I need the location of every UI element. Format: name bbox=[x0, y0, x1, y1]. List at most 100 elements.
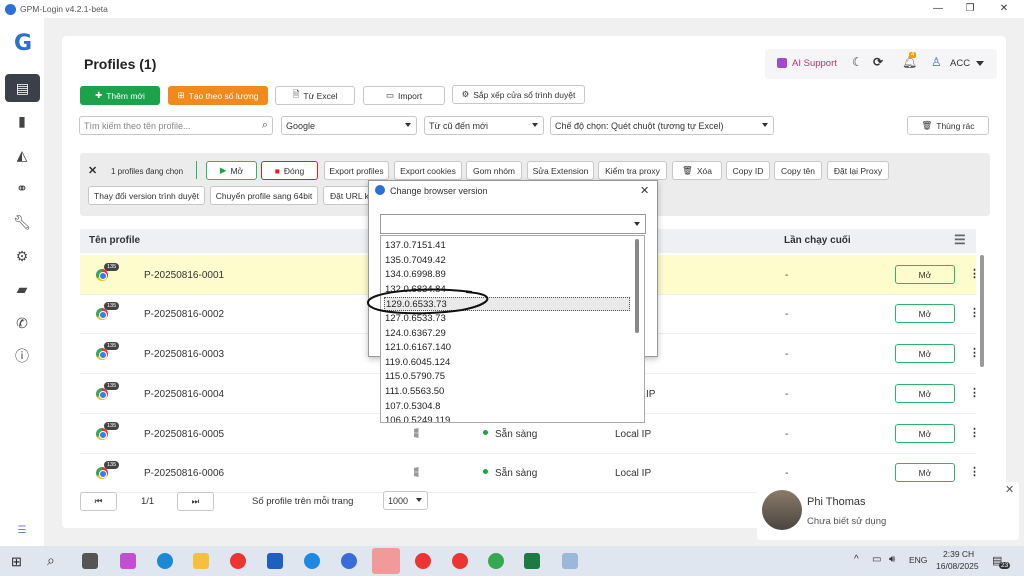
add-profile-button[interactable]: ✚ Thêm mới bbox=[80, 86, 160, 105]
open-profile-button[interactable]: Mở bbox=[895, 344, 955, 363]
chrome-profile-t-icon[interactable] bbox=[452, 553, 468, 569]
trash-button[interactable]: 🗑︎ Thùng rác bbox=[907, 116, 989, 135]
gear-icon[interactable]: ⚙ bbox=[10, 244, 34, 268]
search-icon[interactable]: ⌕ bbox=[47, 552, 55, 569]
chat-toast[interactable]: Phi Thomas Chưa biết sử dụng bbox=[757, 482, 1019, 540]
chrome-icon[interactable] bbox=[230, 553, 246, 569]
arrange-windows-button[interactable]: ⚙ Sắp xếp cửa sổ trình duyệt bbox=[452, 85, 585, 104]
version-option[interactable]: 137.0.7151.41 bbox=[384, 239, 630, 253]
minimize-button[interactable]: — bbox=[926, 1, 950, 17]
last-page-button[interactable]: ⏭ bbox=[177, 492, 214, 511]
reset-proxy-button[interactable]: Đặt lại Proxy bbox=[827, 161, 889, 180]
search-icon[interactable]: ⌕ bbox=[262, 119, 268, 132]
refresh-icon[interactable]: ⟳ bbox=[873, 55, 883, 69]
open-selected-button[interactable]: ▶ Mở bbox=[206, 161, 257, 180]
more-options-icon[interactable]: ⋮ bbox=[969, 386, 980, 399]
per-page-select[interactable]: 1000 bbox=[383, 491, 428, 510]
excel-icon[interactable] bbox=[524, 553, 540, 569]
phone-icon[interactable]: ✆ bbox=[10, 311, 34, 335]
app-c-icon[interactable] bbox=[267, 553, 283, 569]
more-options-icon[interactable]: ⋮ bbox=[969, 465, 980, 478]
info-icon[interactable]: ⓘ bbox=[10, 344, 34, 368]
group-button[interactable]: Gom nhóm bbox=[466, 161, 522, 180]
open-profile-button[interactable]: Mở bbox=[895, 304, 955, 323]
convert-64bit-button[interactable]: Chuyển profile sang 64bit bbox=[210, 186, 318, 205]
excel-button[interactable]: 🗎 Từ Excel bbox=[275, 86, 355, 105]
version-option[interactable]: 134.0.6998.89 bbox=[384, 268, 630, 282]
sort-select[interactable]: Từ cũ đến mới bbox=[424, 116, 544, 135]
edit-extension-button[interactable]: Sửa Extension bbox=[527, 161, 594, 180]
version-option[interactable]: 107.0.5304.8 bbox=[384, 400, 630, 414]
version-option[interactable]: 124.0.6367.29 bbox=[384, 327, 630, 341]
gpm-login-icon[interactable] bbox=[341, 553, 357, 569]
copy-id-button[interactable]: Copy ID bbox=[726, 161, 770, 180]
copy-name-button[interactable]: Copy tên bbox=[774, 161, 822, 180]
set-url-button[interactable]: Đặt URL k bbox=[323, 186, 371, 205]
clear-selection-icon[interactable]: ✕ bbox=[88, 164, 97, 177]
more-options-icon[interactable]: ⋮ bbox=[969, 426, 980, 439]
table-scrollbar[interactable] bbox=[980, 255, 984, 367]
open-profile-button[interactable]: Mở bbox=[895, 384, 955, 403]
windows-start-icon[interactable]: ⊞ bbox=[11, 554, 22, 570]
search-input[interactable]: Tìm kiếm theo tên profile... ⌕ bbox=[79, 116, 273, 135]
version-option[interactable]: 135.0.7049.42 bbox=[384, 254, 630, 268]
check-proxy-button[interactable]: Kiểm tra proxy bbox=[598, 161, 667, 180]
dropdown-scrollbar[interactable] bbox=[635, 239, 639, 333]
clock-date[interactable]: 16/08/2025 bbox=[936, 561, 979, 571]
account-name[interactable]: ACC bbox=[950, 58, 970, 69]
settings-list-icon[interactable]: ☰ bbox=[10, 518, 34, 542]
profiles-icon[interactable]: ▤ bbox=[5, 74, 40, 102]
task-view-icon[interactable] bbox=[82, 553, 98, 569]
chrome-profile-b-icon[interactable] bbox=[415, 553, 431, 569]
volume-icon[interactable]: 🔊︎ bbox=[889, 554, 895, 565]
app-pinwheel-icon[interactable] bbox=[488, 553, 504, 569]
edge-icon[interactable] bbox=[157, 553, 173, 569]
open-profile-button[interactable]: Mở bbox=[895, 265, 955, 284]
column-menu-icon[interactable]: ☰ bbox=[954, 232, 966, 248]
col-profile-name[interactable]: Tên profile bbox=[89, 235, 140, 246]
wrench-icon[interactable]: 🔧︎ bbox=[10, 210, 34, 234]
dark-mode-icon[interactable]: ☾ bbox=[852, 55, 863, 69]
tray-chevron-icon[interactable]: ^ bbox=[854, 554, 859, 565]
group-select[interactable]: Google bbox=[281, 116, 417, 135]
file-explorer-icon[interactable] bbox=[193, 553, 209, 569]
import-button[interactable]: ▭ Import bbox=[363, 86, 445, 105]
col-last-run[interactable]: Lần chạy cuối bbox=[784, 235, 851, 246]
restore-button[interactable]: ❐ bbox=[958, 1, 982, 17]
dialog-close-button[interactable]: ✕ bbox=[640, 184, 649, 197]
more-options-icon[interactable]: ⋮ bbox=[969, 267, 980, 280]
close-selected-button[interactable]: ■ Đóng bbox=[261, 161, 318, 180]
ai-support-link[interactable]: AI Support bbox=[792, 58, 837, 69]
chevron-down-icon[interactable] bbox=[976, 61, 984, 66]
version-combobox[interactable] bbox=[380, 214, 646, 234]
toast-close-icon[interactable]: ✕ bbox=[1005, 483, 1014, 496]
more-options-icon[interactable]: ⋮ bbox=[969, 306, 980, 319]
paint-icon[interactable] bbox=[562, 553, 578, 569]
bulk-create-button[interactable]: ⊞ Tạo theo số lượng bbox=[168, 86, 268, 105]
language-indicator[interactable]: ENG bbox=[909, 555, 927, 565]
version-option[interactable]: 119.0.6045.124 bbox=[384, 356, 630, 370]
export-cookies-button[interactable]: Export cookies bbox=[394, 161, 462, 180]
close-window-button[interactable]: ✕ bbox=[992, 1, 1016, 17]
export-profiles-button[interactable]: Export profiles bbox=[324, 161, 389, 180]
change-version-button[interactable]: Thay đổi version trình duyệt bbox=[88, 186, 205, 205]
folder-icon[interactable]: ▮ bbox=[10, 109, 34, 133]
more-options-icon[interactable]: ⋮ bbox=[969, 346, 980, 359]
book-icon[interactable]: ▰ bbox=[10, 277, 34, 301]
version-option[interactable]: 106.0.5249.119 bbox=[384, 414, 630, 422]
active-app-icon[interactable] bbox=[372, 548, 400, 574]
version-option[interactable]: 115.0.5790.75 bbox=[384, 370, 630, 384]
selection-mode-select[interactable]: Chế độ chọn: Quét chuột (tương tự Excel) bbox=[550, 116, 774, 135]
link-icon[interactable]: ⚭ bbox=[10, 176, 34, 200]
clock-time[interactable]: 2:39 CH bbox=[943, 549, 974, 559]
network-icon[interactable]: ▭ bbox=[872, 554, 881, 565]
version-option[interactable]: 121.0.6167.140 bbox=[384, 341, 630, 355]
first-page-button[interactable]: ⏮ bbox=[80, 492, 117, 511]
chevron-down-icon[interactable] bbox=[634, 222, 640, 226]
delete-button[interactable]: 🗑︎ Xóa bbox=[672, 161, 722, 180]
app-f-icon[interactable] bbox=[304, 553, 320, 569]
open-profile-button[interactable]: Mở bbox=[895, 424, 955, 443]
version-option[interactable]: 111.0.5563.50 bbox=[384, 385, 630, 399]
open-profile-button[interactable]: Mở bbox=[895, 463, 955, 482]
copilot-icon[interactable] bbox=[120, 553, 136, 569]
